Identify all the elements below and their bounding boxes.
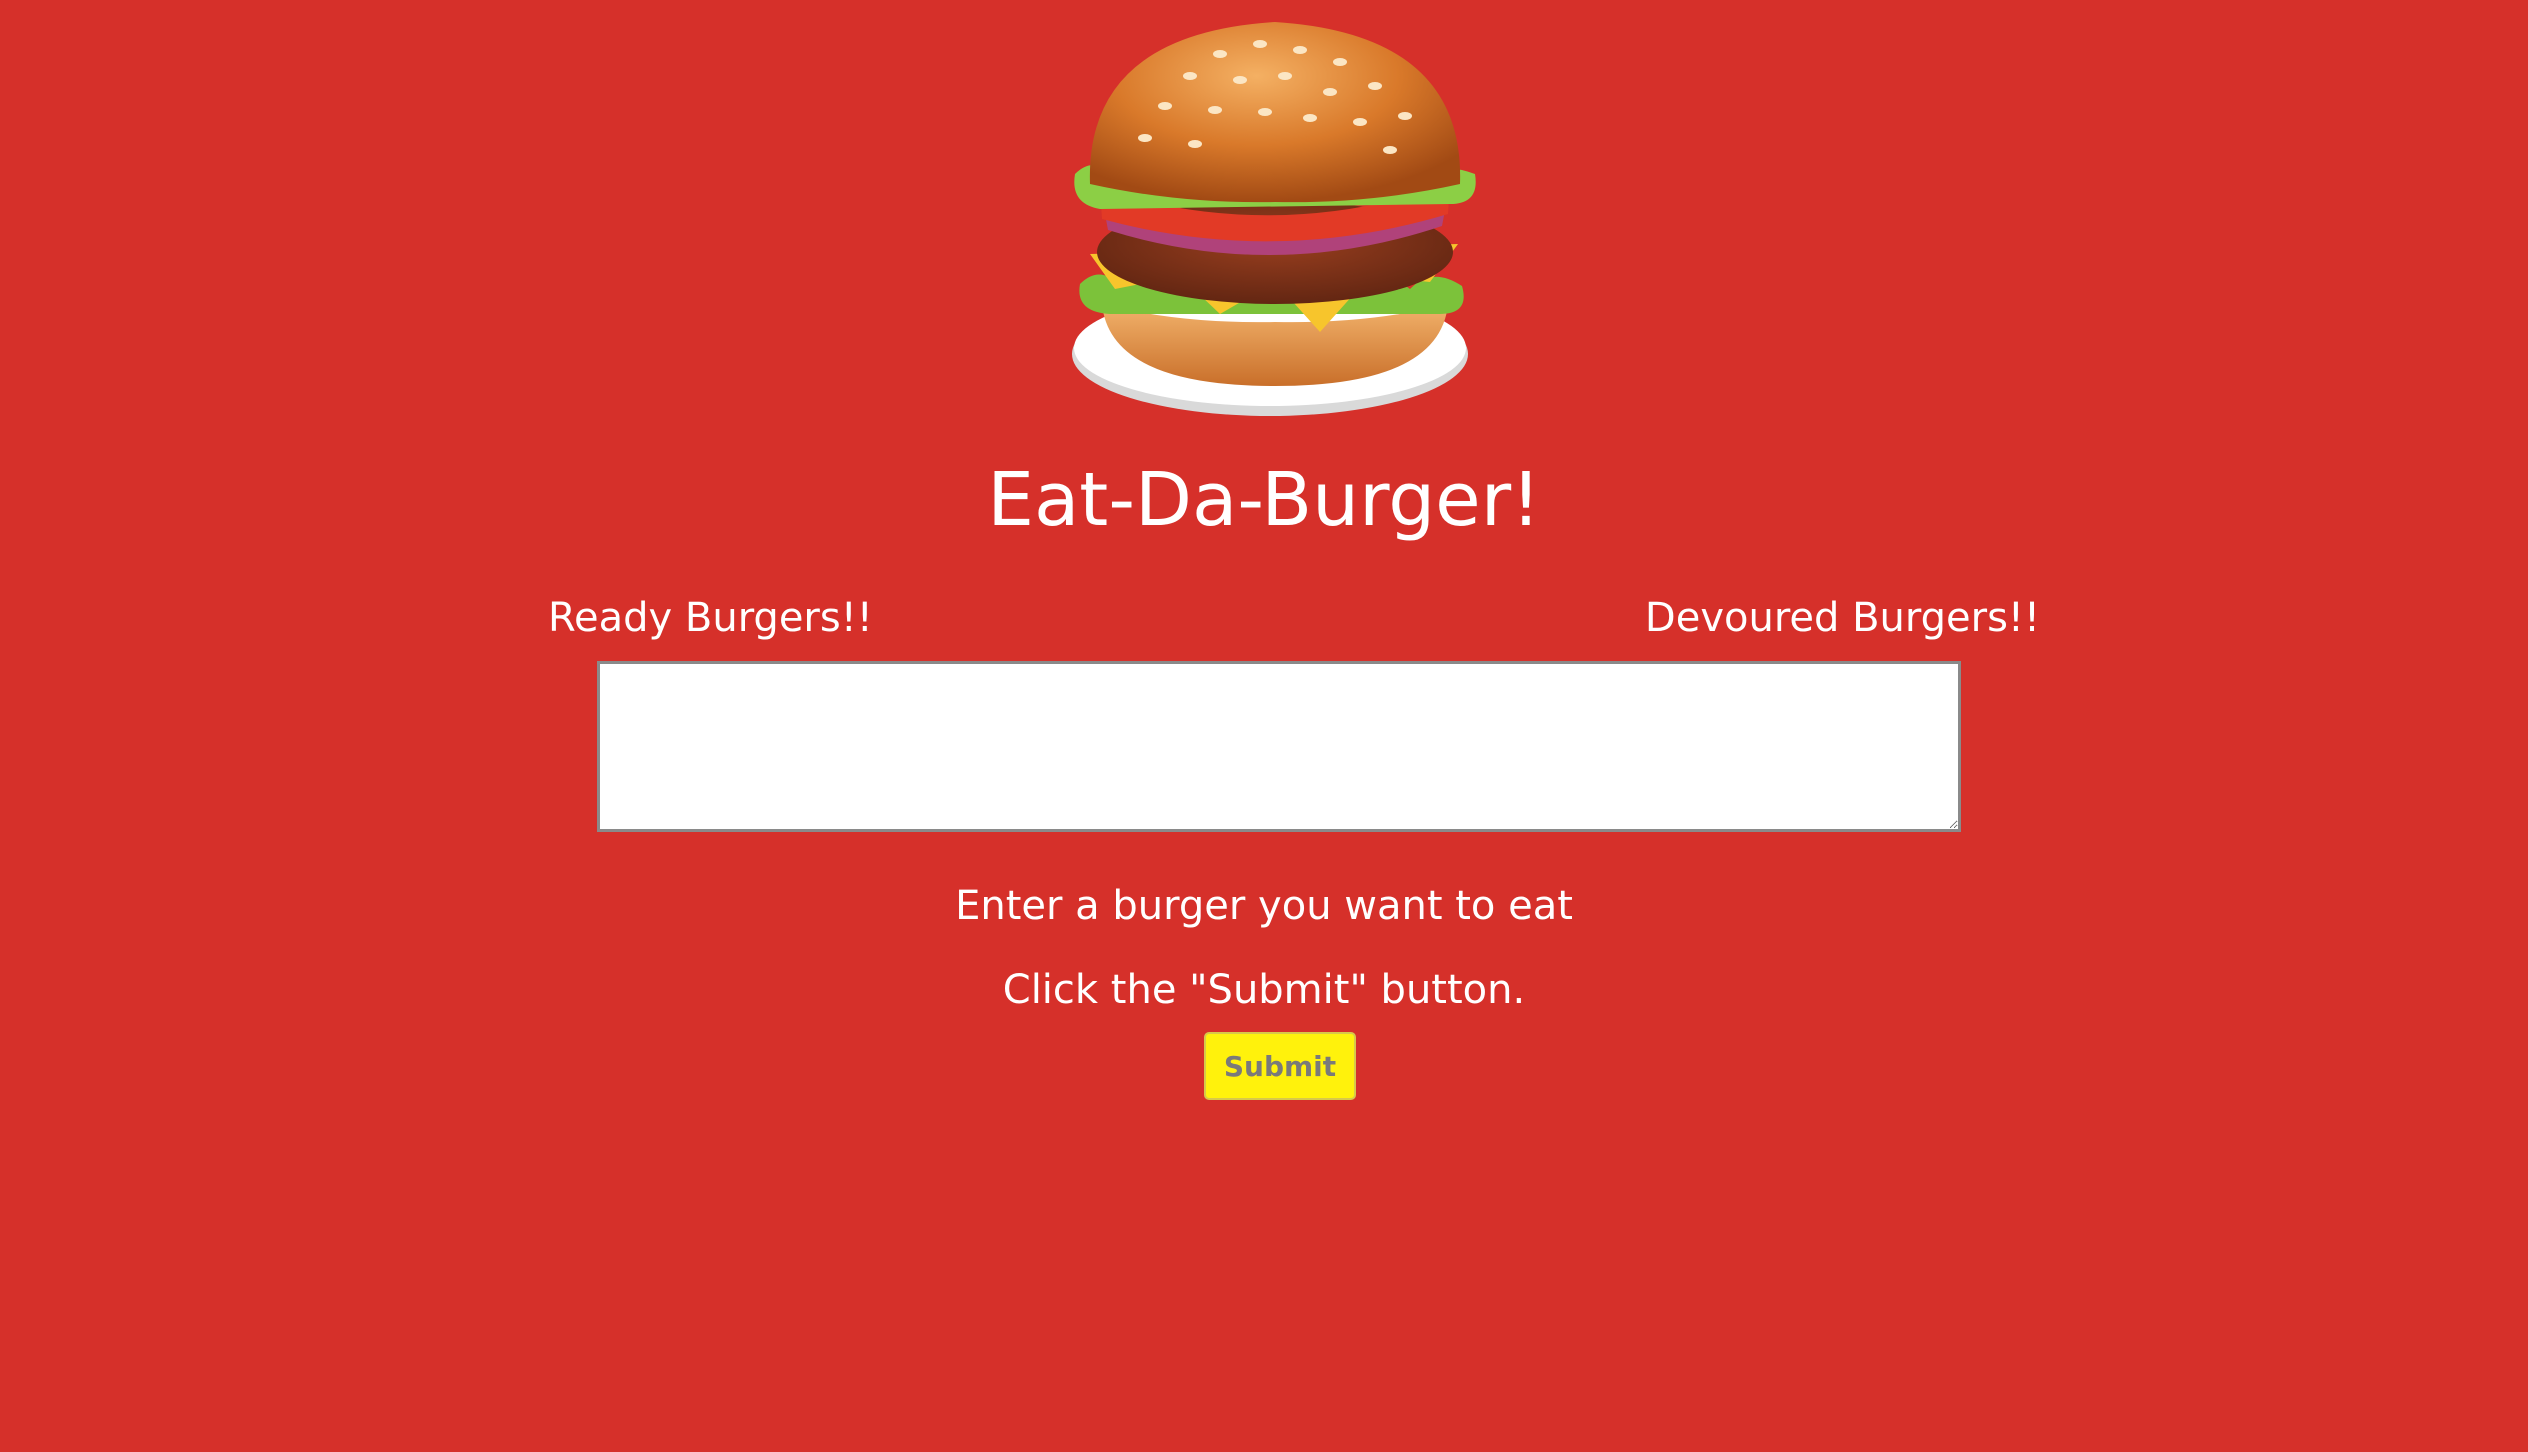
page-title: Eat-Da-Burger!: [987, 457, 1541, 543]
devoured-burgers-heading: Devoured Burgers!!: [1644, 595, 2040, 641]
page: Eat-Da-Burger! Ready Burgers!! Devoured …: [0, 0, 2528, 1452]
burger-name-input[interactable]: [597, 661, 1961, 832]
instruction-click-submit: Click the "Submit" button.: [1002, 967, 1526, 1013]
burger-icon: [1072, 22, 1476, 416]
submit-button[interactable]: Submit: [1204, 1032, 1356, 1100]
ready-burgers-heading: Ready Burgers!!: [548, 595, 873, 641]
instruction-enter-burger: Enter a burger you want to eat: [955, 883, 1573, 929]
